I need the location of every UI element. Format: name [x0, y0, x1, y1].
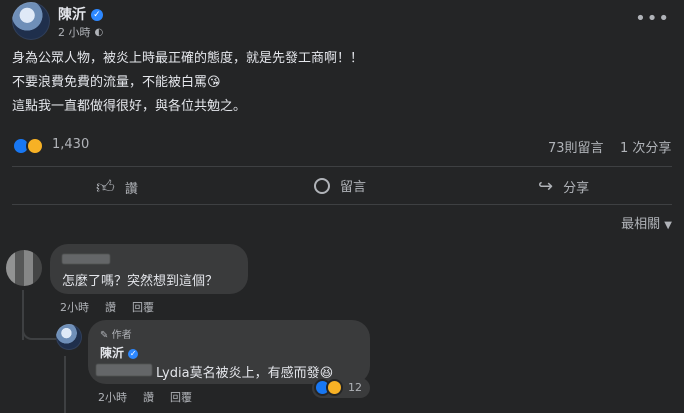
share-button-label: 分享 — [563, 181, 590, 196]
comment-bubble-icon — [314, 177, 330, 194]
comment-2-reply-button[interactable]: 回覆 — [170, 389, 192, 405]
comment-2-bubble: ✎ 作者 陳沂 ✓ Lydia莫名被炎上，有感而發😆 — [88, 320, 370, 384]
pencil-icon: ✎ — [100, 330, 109, 341]
comment-1-bubble: 怎麼了嗎？突然想到這個？ — [50, 244, 248, 294]
reply-thread-line — [64, 356, 66, 413]
reply-author-name[interactable]: 陳沂 ✓ — [100, 344, 139, 361]
comment-2-like-button[interactable]: 讚 — [143, 389, 154, 405]
post-line-3: 這點我一直都做得很好，與各位共勉之。 — [12, 99, 247, 114]
commenter-avatar-blurred[interactable] — [6, 250, 42, 286]
shares-count[interactable]: 1 次分享 — [620, 137, 671, 156]
chevron-down-icon: ▼ — [664, 220, 672, 231]
divider-bottom — [12, 204, 672, 205]
share-arrow-icon: ↪ — [538, 176, 554, 197]
reactions-summary[interactable]: 1,430 — [12, 136, 132, 156]
reply-author-avatar[interactable] — [56, 324, 82, 350]
post-body: 身為公眾人物，被炎上時最正確的態度，就是先發工商啊！！ 不要浪費免費的流量，不能… — [12, 50, 363, 116]
author-badge: ✎ 作者 — [100, 326, 132, 341]
author-name-text[interactable]: 陳沂 — [58, 7, 86, 23]
comment-2-reactions[interactable]: 12 — [312, 378, 370, 398]
comment-2-meta: 2小時 讚 回覆 — [98, 389, 192, 405]
comments-count[interactable]: 73則留言 — [548, 137, 604, 156]
post-time[interactable]: 2 小時 ◐ — [58, 24, 103, 40]
post-line-2-text: 不要浪費免費的流量，不能被白罵 — [12, 75, 208, 90]
author-name[interactable]: 陳沂 ✓ — [58, 4, 103, 24]
verified-icon: ✓ — [90, 9, 103, 21]
more-options-icon[interactable]: ••• — [635, 8, 670, 29]
thumbs-up-icon: 👍︎ — [96, 177, 115, 198]
post-line-1: 身為公眾人物，被炎上時最正確的態度，就是先發工商啊！！ — [12, 51, 364, 66]
like-button-label: 讚 — [124, 181, 138, 197]
globe-icon: ◐ — [94, 26, 104, 38]
sort-label: 最相關 — [621, 217, 661, 232]
haha-reaction-icon — [26, 137, 44, 155]
comment-2-reactions-count: 12 — [348, 381, 362, 394]
comment-button[interactable]: 留言 — [314, 176, 366, 195]
comment-2-text: Lydia莫名被炎上，有感而發 — [156, 366, 320, 381]
share-button[interactable]: ↪ 分享 — [538, 176, 589, 197]
comment-2-text-row: Lydia莫名被炎上，有感而發😆 — [156, 362, 333, 381]
author-avatar[interactable] — [12, 2, 50, 40]
like-button[interactable]: 👍︎ 讚 — [96, 176, 138, 198]
mentioned-user-blurred[interactable] — [96, 364, 152, 376]
comment-2-time[interactable]: 2小時 — [98, 389, 127, 405]
divider-top — [12, 166, 672, 167]
comment-button-label: 留言 — [340, 180, 367, 195]
reply-author-name-text[interactable]: 陳沂 — [100, 346, 124, 360]
thread-connector — [22, 320, 56, 340]
post-line-2: 不要浪費免費的流量，不能被白罵😘 — [12, 74, 363, 92]
haha-reaction-icon-small — [326, 379, 343, 396]
comment-1-reply-button[interactable]: 回覆 — [132, 299, 154, 315]
comment-1-meta: 2小時 讚 回覆 — [60, 299, 154, 315]
author-badge-label: 作者 — [111, 330, 132, 341]
post-time-text[interactable]: 2 小時 — [58, 24, 91, 40]
reactions-count[interactable]: 1,430 — [52, 137, 89, 152]
commenter-name-blurred[interactable] — [62, 254, 110, 264]
verified-icon-reply: ✓ — [128, 348, 139, 359]
comment-1-time[interactable]: 2小時 — [60, 299, 89, 315]
comment-1-like-button[interactable]: 讚 — [105, 299, 116, 315]
comment-1-text: 怎麼了嗎？突然想到這個？ — [62, 274, 219, 289]
kiss-emoji-icon: 😘 — [207, 75, 221, 90]
sort-dropdown[interactable]: 最相關 ▼ — [621, 213, 672, 232]
